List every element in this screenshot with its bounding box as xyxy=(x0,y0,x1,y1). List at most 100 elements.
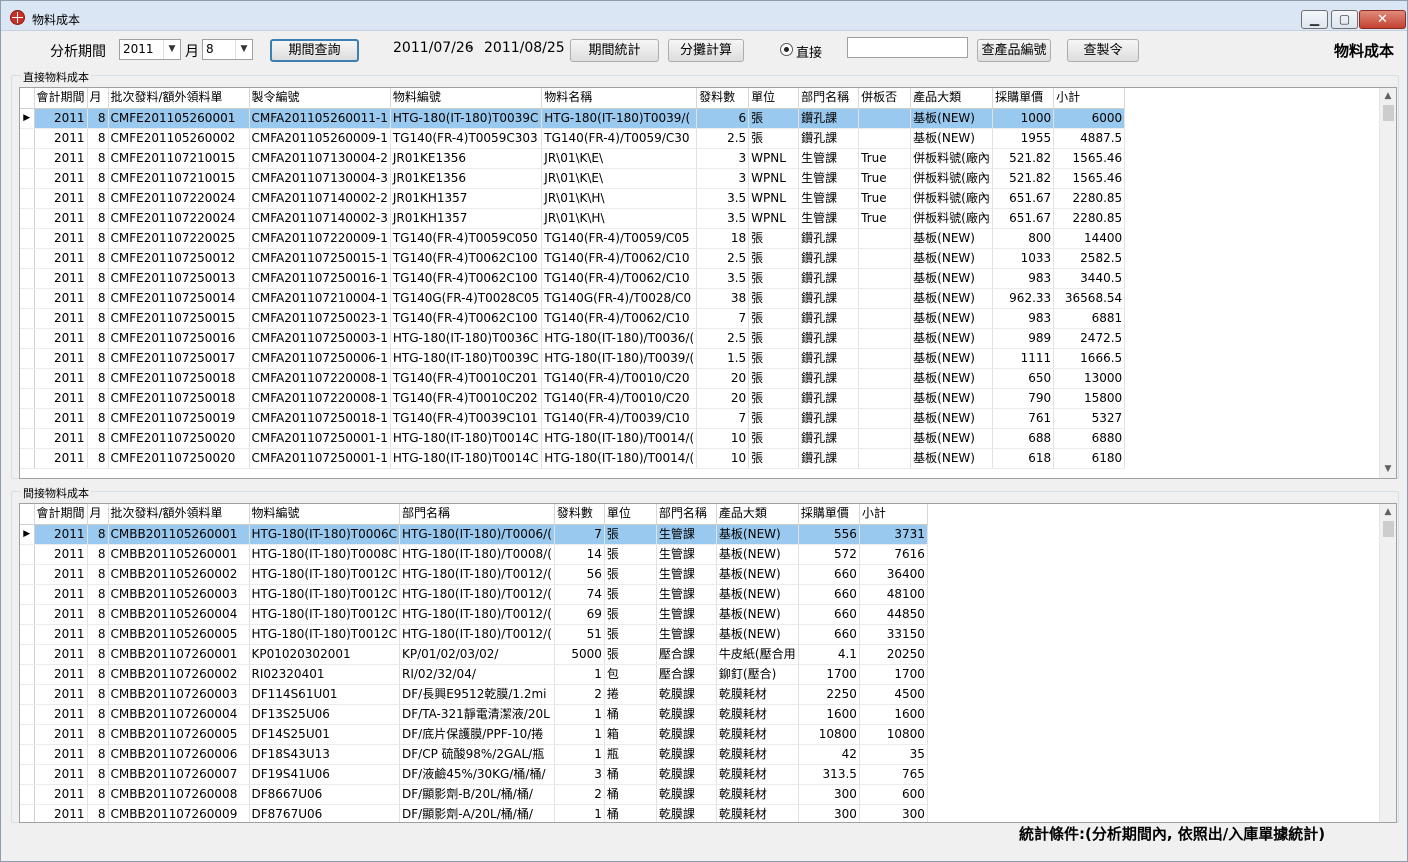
table-cell[interactable]: 6000 xyxy=(1053,108,1126,129)
table-row[interactable]: 2011 8 CMFE201107250012 CMFA201107250015-1 T… xyxy=(20,248,1126,269)
table-cell[interactable]: 張 xyxy=(604,584,657,605)
table-cell[interactable]: True xyxy=(858,188,912,209)
table-cell[interactable]: 651.67 xyxy=(992,188,1055,209)
table-cell[interactable]: 8 xyxy=(87,564,109,585)
table-cell[interactable]: CMFE201107220024 xyxy=(108,188,250,209)
table-cell[interactable]: 鑽孔課 xyxy=(798,368,860,389)
table-row[interactable]: ▶ 2011 8 CMBB201105260001 HTG-180(IT-180)T00… xyxy=(20,524,928,545)
table-cell[interactable]: 2011 xyxy=(34,328,88,349)
table-cell[interactable]: 瓶 xyxy=(604,744,657,765)
scroll-thumb[interactable] xyxy=(1383,105,1394,121)
table-cell[interactable]: 張 xyxy=(604,544,657,565)
minimize-button[interactable]: ▁ xyxy=(1301,10,1328,29)
table-cell[interactable]: 1955 xyxy=(992,128,1055,149)
row-indicator[interactable] xyxy=(20,804,35,822)
table-cell[interactable]: CMFE201107210015 xyxy=(108,148,250,169)
table-cell[interactable]: 生管課 xyxy=(656,604,717,625)
table-cell[interactable]: HTG-180(IT-180)/T0008/( xyxy=(399,544,555,565)
table-cell[interactable]: 8 xyxy=(87,764,109,785)
table-cell[interactable]: 14 xyxy=(554,544,605,565)
table-cell[interactable]: 2011 xyxy=(34,428,88,449)
table-cell[interactable]: 張 xyxy=(604,524,657,545)
table-cell[interactable]: CMBB201107260003 xyxy=(108,684,250,705)
table-cell[interactable] xyxy=(858,248,912,269)
table-cell[interactable]: 36568.54 xyxy=(1053,288,1126,309)
table-cell[interactable]: 張 xyxy=(748,448,800,469)
table-cell[interactable]: CMFA201107250001-1 xyxy=(249,448,391,469)
table-cell[interactable]: 基板(NEW) xyxy=(716,524,799,545)
table-cell[interactable]: CMBB201105260001 xyxy=(108,544,250,565)
table-cell[interactable]: 壓合課 xyxy=(656,664,717,685)
table-cell[interactable]: CMFA201107250016-1 xyxy=(249,268,391,289)
table-cell[interactable]: TG140(FR-4)/T0062/C10 xyxy=(541,248,698,269)
table-cell[interactable]: 2011 xyxy=(34,524,88,545)
table-cell[interactable]: 生管課 xyxy=(656,624,717,645)
row-indicator[interactable]: ▶ xyxy=(20,108,35,129)
table-cell[interactable]: TG140(FR-4)/T0062/C10 xyxy=(541,308,698,329)
table-cell[interactable]: CMBB201107260008 xyxy=(108,784,250,805)
table-cell[interactable]: 3.5 xyxy=(696,268,750,289)
table-cell[interactable]: WPNL xyxy=(748,168,800,189)
table-cell[interactable]: 1111 xyxy=(992,348,1055,369)
table-cell[interactable]: 8 xyxy=(87,268,109,289)
table-cell[interactable]: 8 xyxy=(87,804,109,822)
table-cell[interactable]: 38 xyxy=(696,288,750,309)
table-row[interactable]: 2011 8 CMFE201107220025 CMFA201107220009-1 T… xyxy=(20,228,1126,249)
table-cell[interactable]: 張 xyxy=(748,268,800,289)
table-cell[interactable]: 2011 xyxy=(34,704,88,725)
table-cell[interactable]: 基板(NEW) xyxy=(910,328,994,349)
table-cell[interactable] xyxy=(858,368,912,389)
table-cell[interactable]: WPNL xyxy=(748,148,800,169)
table-cell[interactable]: 8 xyxy=(87,368,109,389)
table-row[interactable]: 2011 8 CMBB201105260004 HTG-180(IT-180)T001… xyxy=(20,604,928,625)
table-cell[interactable]: HTG-180(IT-180)T0036C xyxy=(390,328,543,349)
table-cell[interactable]: CMBB201105260002 xyxy=(108,564,250,585)
table-cell[interactable]: CMFA201107250001-1 xyxy=(249,428,391,449)
row-indicator[interactable] xyxy=(20,724,35,745)
table-row[interactable]: 2011 8 CMFE201107210015 CMFA201107130004-2 J… xyxy=(20,148,1126,169)
table-row[interactable]: 2011 8 CMFE201107250017 CMFA201107250006-1 H… xyxy=(20,348,1126,369)
table-cell[interactable]: 2.5 xyxy=(696,248,750,269)
table-cell[interactable]: 4887.5 xyxy=(1053,128,1126,149)
table-cell[interactable]: 鑽孔課 xyxy=(798,248,860,269)
table-cell[interactable]: CMFE201107250018 xyxy=(108,388,250,409)
table-cell[interactable]: 乾膜課 xyxy=(656,804,717,822)
table-cell[interactable]: HTG-180(IT-180)T0006C xyxy=(249,524,401,545)
table-cell[interactable]: 2.5 xyxy=(696,128,750,149)
table-cell[interactable]: RI02320401 xyxy=(249,664,401,685)
table-cell[interactable]: 660 xyxy=(798,564,860,585)
table-cell[interactable]: 2011 xyxy=(34,764,88,785)
table-row[interactable]: 2011 8 CMFE201107250018 CMFA201107220008-1 T… xyxy=(20,368,1126,389)
table-cell[interactable]: TG140(FR-4)T0010C201 xyxy=(390,368,543,389)
table-cell[interactable]: CMFA201107220009-1 xyxy=(249,228,391,249)
table-cell[interactable]: 6180 xyxy=(1053,448,1126,469)
table-cell[interactable]: 2011 xyxy=(34,108,88,129)
table-cell[interactable]: 張 xyxy=(604,604,657,625)
table-cell[interactable]: TG140G(FR-4)/T0028/C0 xyxy=(541,288,698,309)
table-cell[interactable]: 51 xyxy=(554,624,605,645)
table-cell[interactable]: 3.5 xyxy=(696,208,750,229)
table-cell[interactable]: CMBB201105260003 xyxy=(108,584,250,605)
row-indicator[interactable] xyxy=(20,368,35,389)
period-stats-button[interactable]: 期間統計 xyxy=(570,39,659,62)
table-cell[interactable]: 2011 xyxy=(34,388,88,409)
table-cell[interactable]: TG140(FR-4)T0010C202 xyxy=(390,388,543,409)
table-row[interactable]: 2011 8 CMFE201107250016 CMFA201107250003-1 H… xyxy=(20,328,1126,349)
product-code-button[interactable]: 查產品編號 xyxy=(977,39,1051,62)
column-header[interactable]: 產品大類 xyxy=(716,504,799,525)
table-cell[interactable] xyxy=(858,308,912,329)
table-cell[interactable]: 3731 xyxy=(859,524,928,545)
table-cell[interactable]: 基板(NEW) xyxy=(716,604,799,625)
row-indicator[interactable] xyxy=(20,168,35,189)
table-cell[interactable]: 8 xyxy=(87,308,109,329)
column-header[interactable]: 產品大類 xyxy=(910,88,994,109)
table-cell[interactable]: 10800 xyxy=(859,724,928,745)
row-indicator[interactable] xyxy=(20,744,35,765)
table-cell[interactable]: 8 xyxy=(87,744,109,765)
table-cell[interactable]: 張 xyxy=(748,328,800,349)
column-header[interactable]: 物料名稱 xyxy=(541,88,698,109)
table-cell[interactable]: WPNL xyxy=(748,188,800,209)
table-cell[interactable]: 2011 xyxy=(34,724,88,745)
table-cell[interactable]: 1 xyxy=(554,744,605,765)
table-cell[interactable]: True xyxy=(858,148,912,169)
